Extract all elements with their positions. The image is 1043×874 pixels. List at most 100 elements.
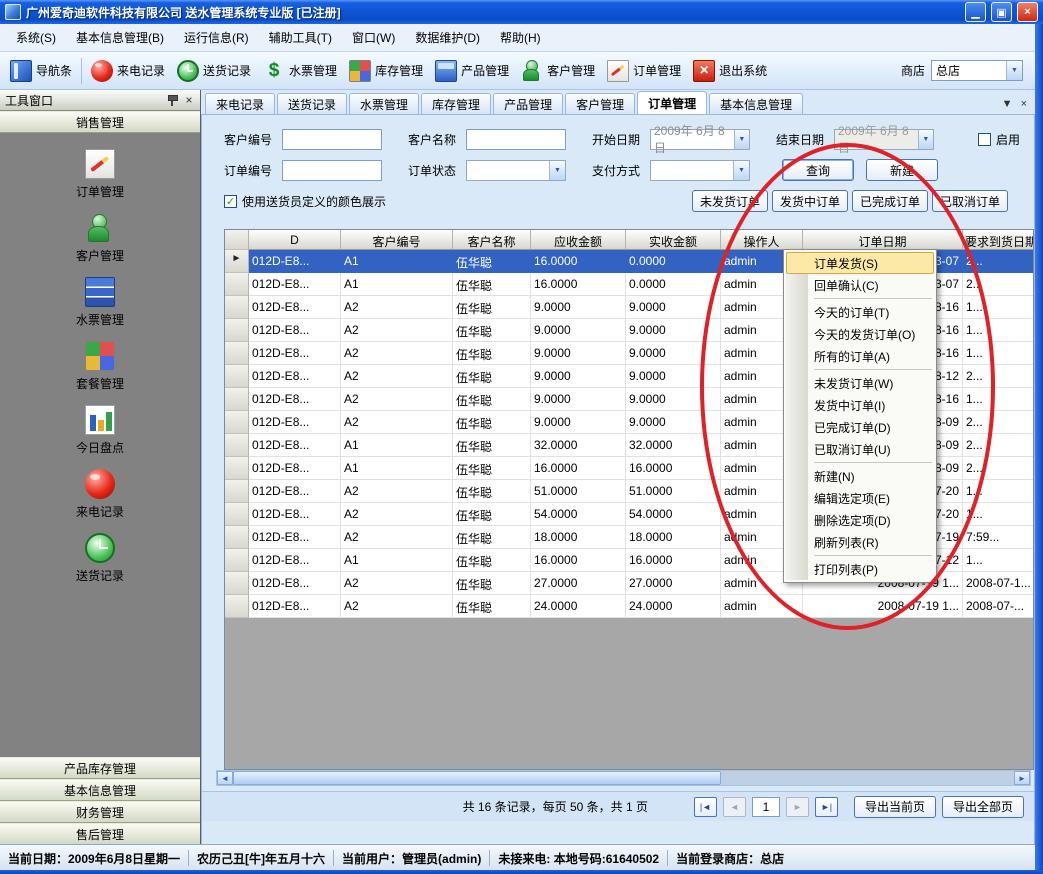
chevron-down-icon[interactable] [1006, 61, 1022, 80]
sidebar-item[interactable]: 套餐管理 [76, 341, 124, 392]
toolbar-button[interactable]: 订单管理 [601, 55, 687, 87]
toolbar-button[interactable]: 产品管理 [429, 55, 515, 87]
column-header[interactable]: 实收金额 [626, 230, 721, 250]
tab[interactable]: 订单管理 [637, 91, 707, 114]
customer-name-input[interactable] [466, 129, 566, 150]
pay-method-select[interactable] [650, 160, 750, 181]
column-header[interactable]: 应收金额 [531, 230, 626, 250]
menubar-item[interactable]: 辅助工具(T) [259, 25, 342, 50]
next-page-button[interactable]: ► [786, 797, 809, 817]
sidebar-section-sales[interactable]: 销售管理 [0, 111, 200, 133]
sidebar-section-header[interactable]: 产品库存管理 [0, 757, 200, 779]
context-menu-item[interactable]: 发货中订单(I) [786, 394, 934, 416]
column-header[interactable]: 客户编号 [341, 230, 453, 250]
context-menu-item[interactable]: 未发货订单(W) [786, 372, 934, 394]
sidebar-item[interactable]: 来电记录 [76, 469, 124, 520]
status-filter-button[interactable]: 发货中订单 [772, 190, 848, 212]
table-row[interactable]: 012D-E8...A2伍华聪24.000024.0000admin2008-0… [225, 595, 1033, 618]
tab-close-icon[interactable]: × [1021, 98, 1027, 110]
toolbar-button[interactable]: 客户管理 [515, 55, 601, 87]
chevron-down-icon[interactable] [549, 161, 565, 180]
menubar-item[interactable]: 运行信息(R) [174, 25, 259, 50]
context-menu-item[interactable]: 今天的发货订单(O) [786, 323, 934, 345]
order-no-input[interactable] [282, 160, 382, 181]
menubar-item[interactable]: 系统(S) [6, 25, 66, 50]
horizontal-scrollbar[interactable]: ◄ ► [216, 770, 1031, 786]
status-filter-button[interactable]: 未发货订单 [692, 190, 768, 212]
minimize-button[interactable]: ▁ [965, 2, 986, 22]
toolbar-button[interactable]: 导航条 [4, 55, 78, 87]
context-menu-item[interactable]: 今天的订单(T) [786, 301, 934, 323]
store-combobox[interactable]: 总店 [931, 60, 1023, 81]
tab[interactable]: 水票管理 [349, 93, 419, 114]
context-menu-item[interactable]: 刷新列表(R) [786, 531, 934, 553]
chevron-down-icon[interactable] [734, 130, 749, 149]
order-status-select[interactable] [466, 160, 566, 181]
table-cell: 伍华聪 [453, 434, 531, 457]
context-menu-item[interactable]: 打印列表(P) [786, 558, 934, 580]
column-header[interactable]: 要求到货日期 [963, 230, 1034, 250]
toolbar-button[interactable]: 库存管理 [343, 55, 429, 87]
sidebar-item[interactable]: 今日盘点 [76, 405, 124, 456]
tab-list-icon[interactable]: ▼ [1002, 98, 1013, 110]
status-filter-button[interactable]: 已取消订单 [932, 190, 1008, 212]
tab[interactable]: 客户管理 [565, 93, 635, 114]
scrollbar-track[interactable] [721, 771, 1014, 785]
context-menu-item[interactable]: 编辑选定项(E) [786, 487, 934, 509]
context-menu-item[interactable]: 回单确认(C) [786, 274, 934, 296]
column-header[interactable]: 操作人 [721, 230, 803, 250]
sidebar-section-header[interactable]: 售后管理 [0, 823, 200, 845]
sidebar-item[interactable]: 送货记录 [76, 533, 124, 584]
context-menu-item[interactable]: 已完成订单(D) [786, 416, 934, 438]
context-menu-item[interactable]: 新建(N) [786, 465, 934, 487]
tab[interactable]: 库存管理 [421, 93, 491, 114]
export-all-pages-button[interactable]: 导出全部页 [942, 796, 1024, 818]
chevron-down-icon[interactable] [918, 130, 933, 149]
last-page-button[interactable]: ►| [815, 797, 838, 817]
close-icon[interactable] [183, 94, 195, 106]
first-page-button[interactable]: |◄ [694, 797, 717, 817]
context-menu-item[interactable]: 所有的订单(A) [786, 345, 934, 367]
tab[interactable]: 产品管理 [493, 93, 563, 114]
sidebar-item[interactable]: 水票管理 [76, 277, 124, 328]
status-filter-button[interactable]: 已完成订单 [852, 190, 928, 212]
column-header[interactable]: D [249, 230, 341, 250]
pin-icon[interactable] [167, 95, 177, 106]
context-menu-item[interactable]: 删除选定项(D) [786, 509, 934, 531]
menubar-item[interactable]: 基本信息管理(B) [66, 25, 174, 50]
end-date-picker[interactable]: 2009年 6月 8日 [834, 129, 934, 150]
sidebar-section-header[interactable]: 财务管理 [0, 801, 200, 823]
menubar-item[interactable]: 数据维护(D) [405, 25, 490, 50]
page-number-input[interactable] [752, 797, 780, 817]
prev-page-button[interactable]: ◄ [723, 797, 746, 817]
tab[interactable]: 送货记录 [277, 93, 347, 114]
toolbar-button[interactable]: 送货记录 [171, 55, 257, 87]
start-date-picker[interactable]: 2009年 6月 8日 [650, 129, 750, 150]
context-menu-item[interactable]: 订单发货(S) [786, 252, 934, 274]
sidebar-item[interactable]: 订单管理 [76, 149, 124, 200]
new-button[interactable]: 新建 [866, 159, 938, 181]
sidebar-item[interactable]: 客户管理 [76, 213, 124, 264]
column-header[interactable]: 订单日期 [803, 230, 963, 250]
toolbar-button[interactable]: 退出系统 [687, 55, 773, 87]
tab[interactable]: 来电记录 [205, 93, 275, 114]
query-button[interactable]: 查询 [782, 159, 854, 181]
toolbar-button[interactable]: 来电记录 [85, 55, 171, 87]
scrollbar-thumb[interactable] [233, 771, 721, 785]
scroll-left-icon[interactable]: ◄ [217, 771, 233, 785]
context-menu-item[interactable]: 已取消订单(U) [786, 438, 934, 460]
menubar-item[interactable]: 帮助(H) [490, 25, 551, 50]
sidebar-section-header[interactable]: 基本信息管理 [0, 779, 200, 801]
close-button[interactable]: × [1017, 2, 1038, 22]
toolbar-button[interactable]: 水票管理 [257, 55, 343, 87]
restore-button[interactable]: ▣ [991, 2, 1012, 22]
menubar-item[interactable]: 窗口(W) [342, 25, 405, 50]
column-header[interactable]: 客户名称 [453, 230, 531, 250]
tab[interactable]: 基本信息管理 [709, 93, 803, 114]
enable-checkbox[interactable] [978, 133, 991, 146]
scroll-right-icon[interactable]: ► [1014, 771, 1030, 785]
color-option-checkbox[interactable] [224, 195, 237, 208]
export-current-page-button[interactable]: 导出当前页 [854, 796, 936, 818]
chevron-down-icon[interactable] [733, 161, 749, 180]
customer-no-input[interactable] [282, 129, 382, 150]
